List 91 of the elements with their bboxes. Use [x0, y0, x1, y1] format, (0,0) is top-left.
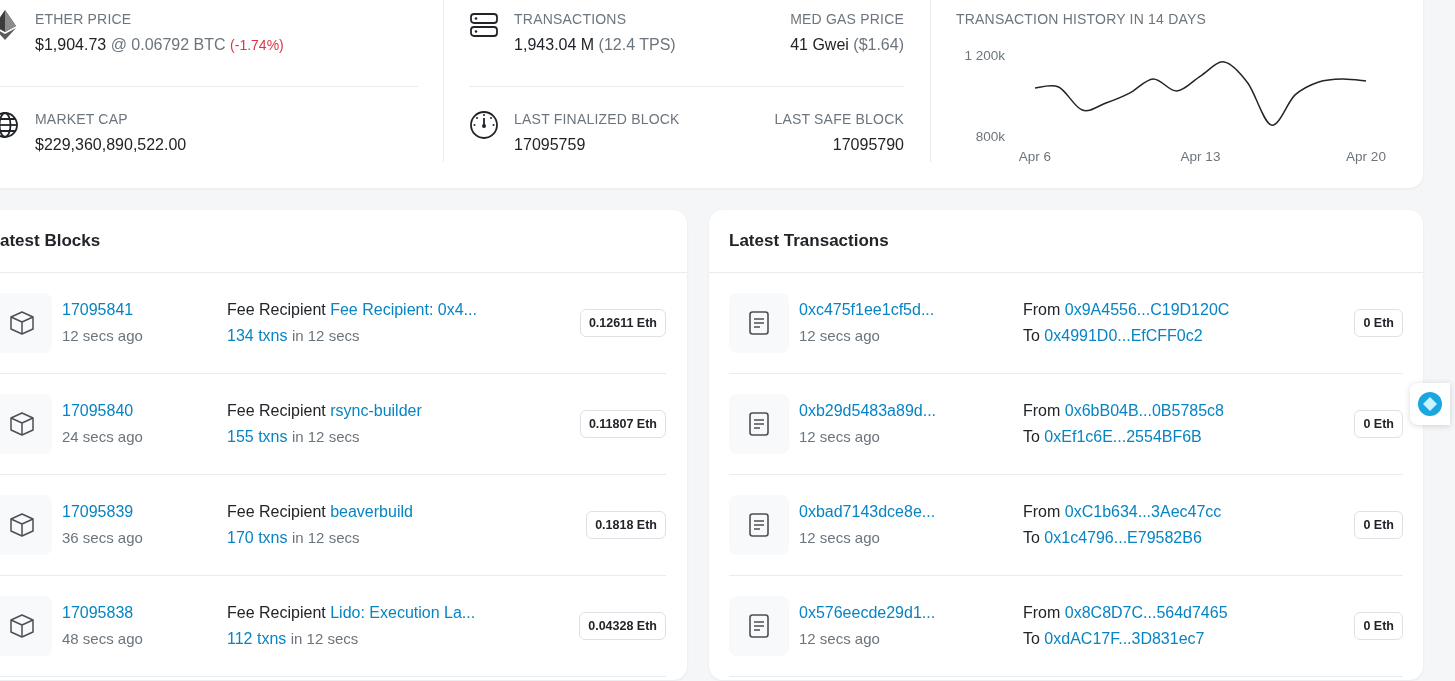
axis-tick-label: Apr 6 — [1018, 149, 1052, 164]
cube-icon — [9, 613, 35, 639]
fee-recipient-label: Fee Recipient — [227, 604, 326, 621]
txns-duration: in 12 secs — [291, 529, 360, 546]
stat-label: LAST FINALIZED BLOCK — [514, 110, 680, 128]
stat-label: TRANSACTIONS — [514, 10, 628, 28]
txns-link[interactable]: 170 txns — [227, 529, 288, 546]
document-icon — [748, 411, 770, 437]
block-number-link[interactable]: 17095839 — [62, 503, 134, 520]
floating-widget-button[interactable] — [1410, 383, 1450, 425]
block-number-link[interactable]: 17095840 — [62, 402, 134, 419]
card-title: atest Blocks — [0, 210, 687, 273]
from-label: From — [1023, 604, 1061, 621]
fee-recipient-link[interactable]: beaverbuild — [330, 503, 413, 520]
stat-value: 17095790 — [832, 136, 904, 153]
to-address-link[interactable]: 0xEf1c6E...2554BF6B — [1044, 428, 1202, 445]
to-address-link[interactable]: 0x1c4796...E79582B6 — [1044, 529, 1202, 546]
from-address-link[interactable]: 0x8C8D7C...564d7465 — [1064, 604, 1228, 621]
to-address-link[interactable]: 0x4991D0...EfCFF0c2 — [1044, 327, 1203, 344]
transaction-age: 12 secs ago — [799, 428, 880, 445]
transaction-hash-link[interactable]: 0xbad7143dce8e... — [799, 503, 936, 520]
from-label: From — [1023, 402, 1061, 419]
btc-price-value: @ 0.06792 BTC — [110, 36, 226, 53]
block-reward-badge: 0.12611 Eth — [579, 308, 666, 338]
card-title: Latest Transactions — [709, 210, 1423, 273]
transaction-age: 12 secs ago — [799, 327, 880, 344]
tps-value: (12.4 TPS) — [598, 36, 676, 53]
block-number-link[interactable]: 17095838 — [62, 604, 134, 621]
to-address-link[interactable]: 0xdAC17F...3D831ec7 — [1044, 630, 1205, 647]
transaction-value-badge: 0 Eth — [1354, 308, 1403, 338]
block-age: 24 secs ago — [62, 428, 143, 445]
cube-icon — [9, 411, 35, 437]
stat-label: MARKET CAP — [35, 110, 129, 128]
transaction-hash-link[interactable]: 0xb29d5483a89d... — [799, 402, 936, 419]
document-icon — [748, 613, 770, 639]
ether-price-value: $1,904.73 — [35, 36, 107, 53]
transaction-value-badge: 0 Eth — [1354, 611, 1403, 641]
block-age: 48 secs ago — [62, 630, 143, 647]
block-reward-badge: 0.11807 Eth — [579, 409, 666, 439]
txns-duration: in 12 secs — [290, 630, 359, 647]
transaction-value-badge: 0 Eth — [1354, 510, 1403, 540]
fee-recipient-link[interactable]: rsync-builder — [330, 402, 422, 419]
block-age: 36 secs ago — [62, 529, 143, 546]
transaction-age: 12 secs ago — [799, 630, 880, 647]
to-label: To — [1023, 428, 1040, 445]
chart-title: TRANSACTION HISTORY IN 14 DAYS — [956, 10, 1208, 28]
gauge-icon — [469, 110, 500, 140]
finalized-block-value: 17095759 — [514, 136, 586, 153]
stat-label: LAST SAFE BLOCK — [774, 110, 904, 128]
stat-value: 41 Gwei — [790, 36, 849, 53]
txns-link[interactable]: 155 txns — [227, 428, 288, 445]
txns-link[interactable]: 134 txns — [227, 327, 288, 344]
axis-tick-label: 1 200k — [964, 48, 1005, 63]
cube-icon — [9, 310, 35, 336]
from-address-link[interactable]: 0xC1b634...3Aec47cc — [1064, 503, 1222, 520]
server-icon — [469, 10, 500, 40]
market-cap-value: $229,360,890,522.00 — [35, 136, 187, 153]
to-label: To — [1023, 630, 1040, 647]
cube-icon — [9, 512, 35, 538]
txns-duration: in 12 secs — [291, 428, 360, 445]
axis-tick-label: Apr 20 — [1346, 149, 1386, 164]
fee-recipient-label: Fee Recipient — [227, 402, 326, 419]
fee-recipient-link[interactable]: Fee Recipient: 0x4... — [330, 301, 477, 318]
block-reward-badge: 0.1818 Eth — [586, 510, 666, 540]
transaction-hash-link[interactable]: 0x576eecde29d1... — [799, 604, 936, 621]
document-icon — [748, 310, 770, 336]
from-address-link[interactable]: 0x6bB04B...0B5785c8 — [1064, 402, 1224, 419]
fee-recipient-label: Fee Recipient — [227, 503, 326, 520]
block-age: 12 secs ago — [62, 327, 143, 344]
to-label: To — [1023, 529, 1040, 546]
stat-label: MED GAS PRICE — [790, 10, 904, 28]
from-label: From — [1023, 503, 1061, 520]
gas-usd-value: ($1.64) — [853, 36, 904, 53]
block-reward-badge: 0.04328 Eth — [579, 611, 666, 641]
stat-label: ETHER PRICE — [35, 10, 133, 28]
to-label: To — [1023, 327, 1040, 344]
transaction-age: 12 secs ago — [799, 529, 880, 546]
axis-tick-label: 800k — [975, 129, 1005, 144]
transaction-hash-link[interactable]: 0xc475f1ee1cf5d... — [799, 301, 935, 318]
txns-link[interactable]: 112 txns — [227, 630, 287, 647]
document-icon — [748, 512, 770, 538]
transactions-value: 1,943.04 M — [514, 36, 595, 53]
txns-duration: in 12 secs — [291, 327, 360, 344]
transaction-value-badge: 0 Eth — [1354, 409, 1403, 439]
axis-tick-label: Apr 13 — [1180, 149, 1221, 164]
from-label: From — [1023, 301, 1061, 318]
price-change: (-1.74%) — [230, 37, 284, 53]
fee-recipient-label: Fee Recipient — [227, 301, 326, 318]
from-address-link[interactable]: 0x9A4556...C19D120C — [1064, 301, 1230, 318]
fee-recipient-link[interactable]: Lido: Execution La... — [330, 604, 476, 621]
block-number-link[interactable]: 17095841 — [62, 301, 134, 318]
